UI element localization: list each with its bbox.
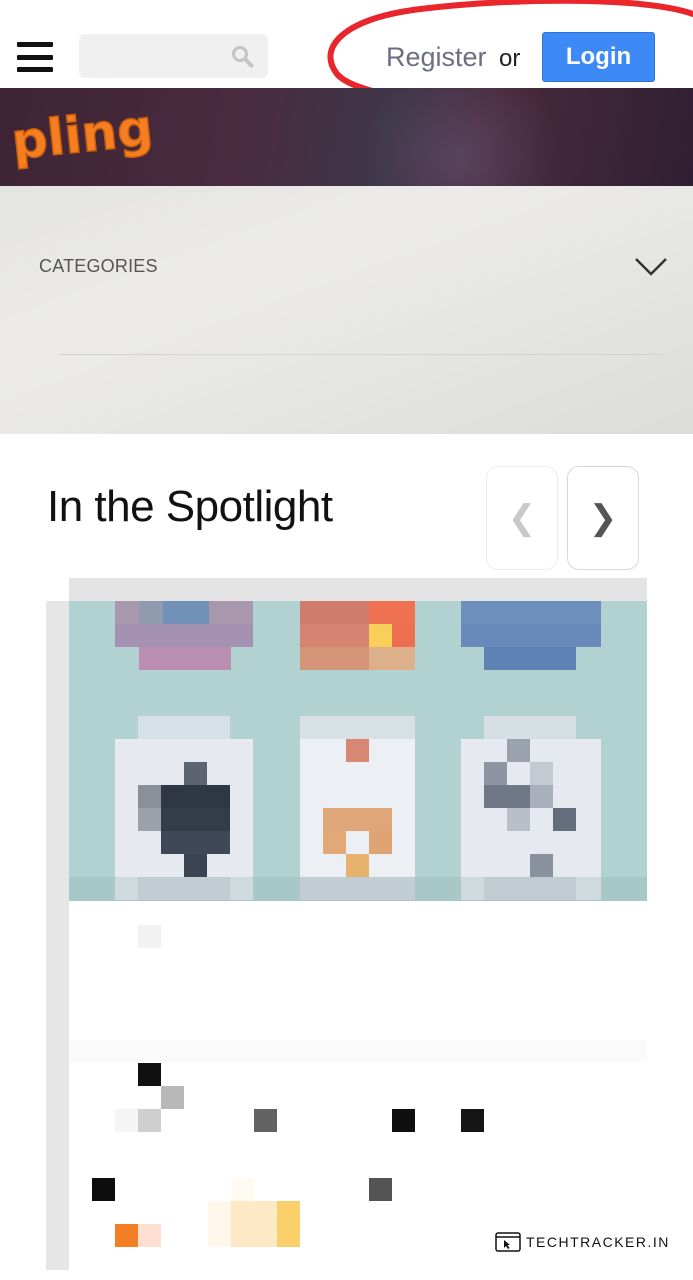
- site-banner: pling: [0, 88, 693, 186]
- watermark-text: TECHTRACKER.IN: [526, 1234, 670, 1250]
- spotlight-artwork-image[interactable]: [69, 601, 647, 901]
- search-input[interactable]: [79, 34, 268, 78]
- register-link[interactable]: Register: [386, 42, 487, 73]
- or-separator: or: [499, 45, 521, 72]
- search-icon[interactable]: [230, 44, 254, 68]
- browser-cursor-icon: [495, 1232, 521, 1252]
- spotlight-prev-button[interactable]: ❮: [486, 466, 558, 570]
- spotlight-card-edge: [46, 601, 69, 1270]
- watermark: TECHTRACKER.IN: [495, 1232, 670, 1252]
- categories-divider: [60, 354, 662, 355]
- top-bar: Register or Login: [0, 0, 693, 88]
- spotlight-title: In the Spotlight: [47, 482, 333, 531]
- spotlight-next-button[interactable]: ❯: [567, 466, 639, 570]
- chevron-down-icon[interactable]: [634, 256, 668, 278]
- pling-logo[interactable]: pling: [10, 100, 155, 170]
- spotlight-card-footer: [69, 1040, 647, 1062]
- svg-text:pling: pling: [10, 100, 155, 170]
- login-button[interactable]: Login: [542, 32, 655, 82]
- spotlight-card-top: [69, 578, 647, 601]
- categories-panel: CATEGORIES: [0, 186, 693, 434]
- categories-label[interactable]: CATEGORIES: [39, 256, 158, 277]
- hamburger-menu-icon[interactable]: [17, 42, 53, 72]
